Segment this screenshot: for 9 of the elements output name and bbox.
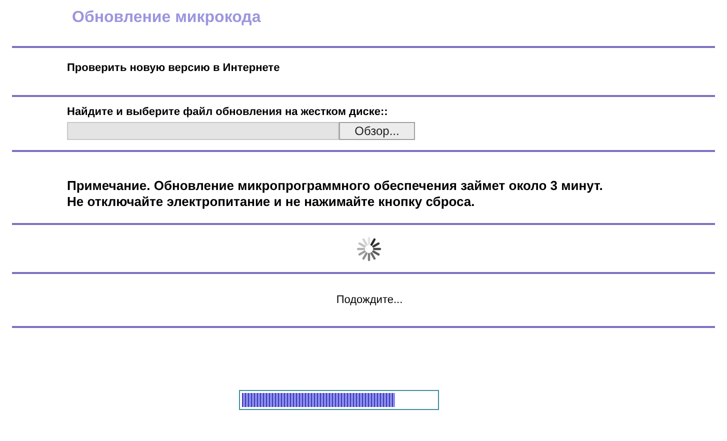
note-text: Не отключайте электропитание и не нажимайте кнопку сброса. (67, 194, 476, 210)
browse-button[interactable]: Обзор... (339, 122, 415, 140)
file-path-field[interactable] (67, 122, 339, 140)
wait-text: Подождите... (336, 292, 403, 308)
note-text: Примечание. Обновление микропрограммного обеспечения займет около 3 минут. (67, 178, 604, 194)
page-title: Обновление микрокода (72, 9, 261, 26)
file-label: Найдите и выберите файл обновления на жестком диске:: (67, 105, 389, 120)
loading-spinner-icon (354, 234, 382, 262)
check-online-text: Проверить новую версию в Интернете (67, 62, 280, 74)
